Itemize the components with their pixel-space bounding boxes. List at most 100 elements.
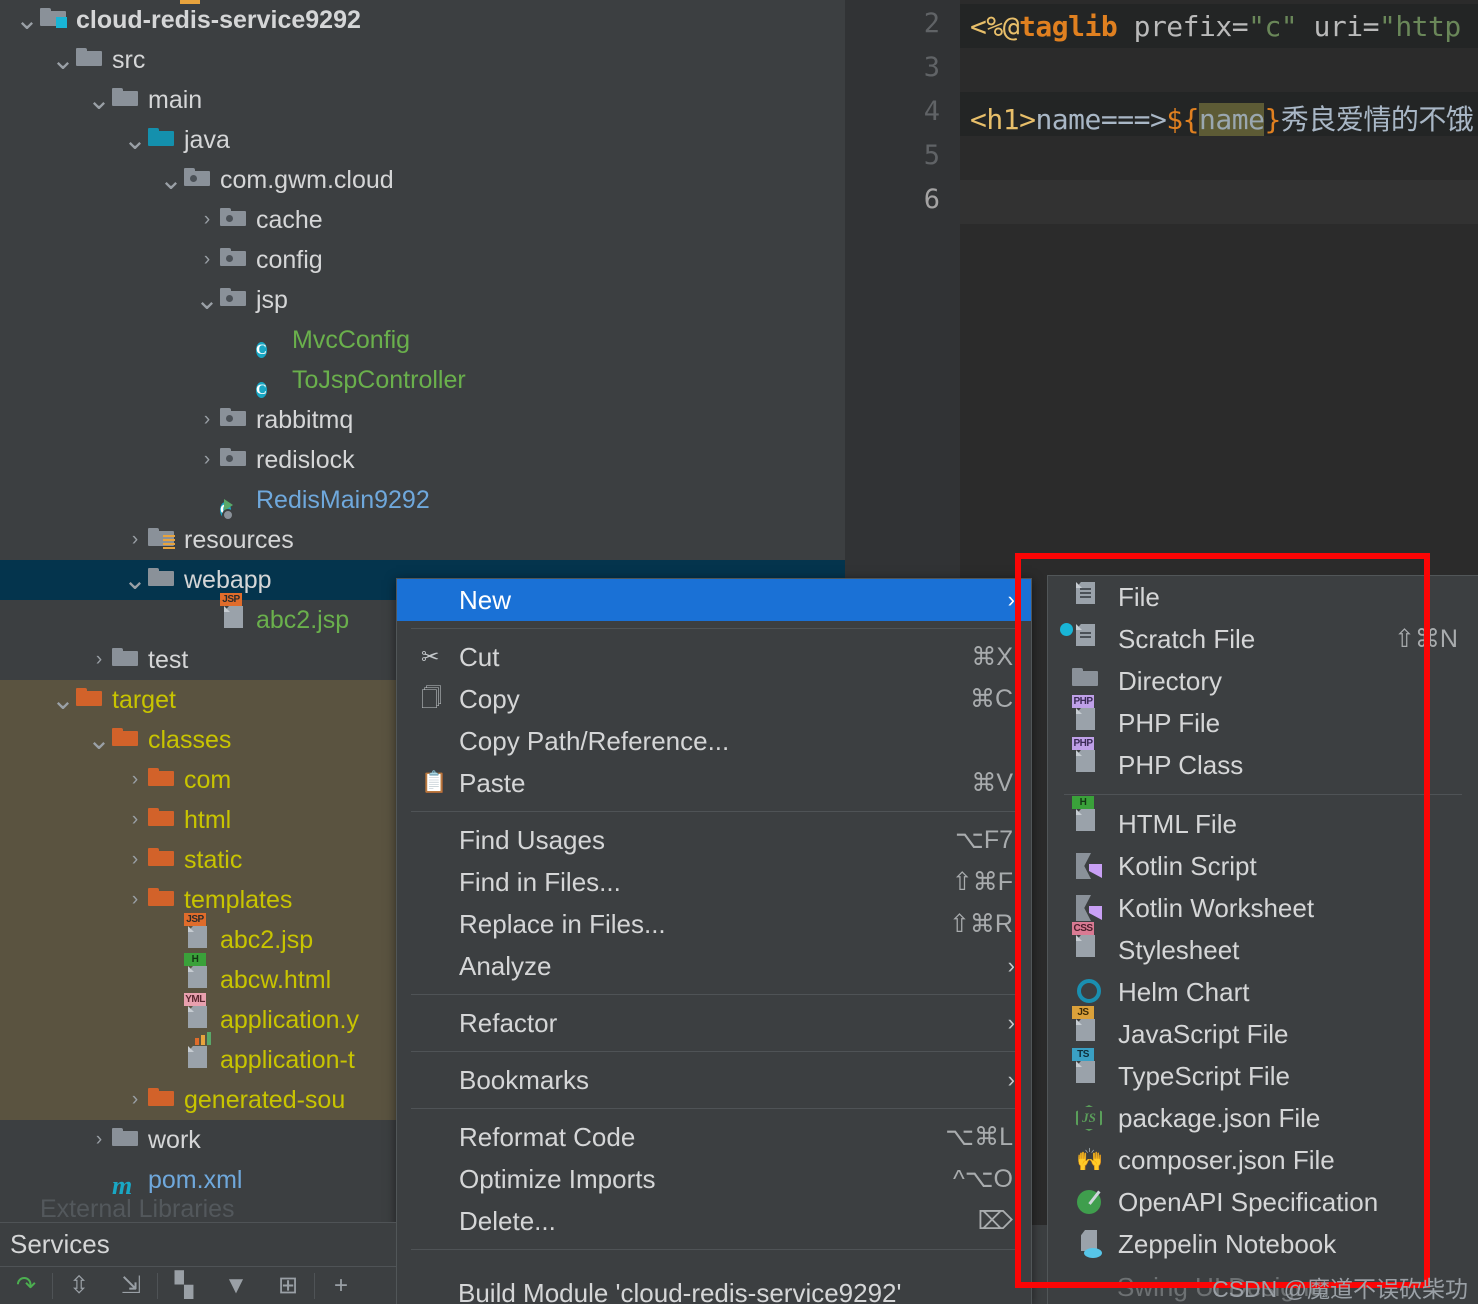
code-line-4[interactable]: <h1>name===>${name}秀良爱情的不饿 [970,98,1474,138]
submenu-item-directory[interactable]: Directory [1048,660,1478,702]
grid-view-icon[interactable]: ▚ [158,1267,210,1304]
chevron-right-icon[interactable]: › [194,440,220,480]
menu-item-label: Find in Files... [459,866,621,897]
tree-node-label: jsp [256,286,288,314]
tree-node-src[interactable]: ⌄ src [0,40,845,80]
chevron-down-icon[interactable]: ⌄ [86,726,112,754]
menu-item-refactor[interactable]: Refactor › [397,1002,1031,1044]
add-icon[interactable]: + [315,1267,367,1304]
menu-item-copy[interactable]: 🗍 Copy ⌘C [397,678,1031,720]
tree-node-main[interactable]: ⌄ main [0,80,845,120]
menu-item-bookmarks[interactable]: Bookmarks › [397,1059,1031,1101]
filter-icon[interactable]: ▼ [210,1267,262,1304]
submenu-item-scratch-file[interactable]: Scratch File ⇧⌘N [1048,618,1478,660]
tree-node-config[interactable]: › config [0,240,845,280]
code-line-2[interactable]: <%@taglib prefix="c" uri="http [970,10,1461,43]
submenu-item-stylesheet[interactable]: CSS Stylesheet [1048,922,1478,971]
submenu-item-html-file[interactable]: H HTML File [1048,796,1478,845]
menu-item-copy-path-reference[interactable]: Copy Path/Reference... [397,720,1031,762]
submenu-item-javascript-file[interactable]: JS JavaScript File [1048,1006,1478,1055]
submenu-item-label: TypeScript File [1118,1060,1290,1091]
collapse-all-icon[interactable]: ⇲ [105,1267,157,1304]
chevron-down-icon[interactable]: ⌄ [194,286,220,314]
chevron-down-icon[interactable]: ⌄ [86,86,112,114]
tree-node-label: resources [184,526,294,554]
chevron-right-icon[interactable]: › [86,1120,112,1160]
tree-node-label: main [148,86,203,114]
menu-icon-placeholder [419,1124,453,1150]
tree-node-resources[interactable]: › resources [0,520,845,560]
menu-item-analyze[interactable]: Analyze › [397,945,1031,987]
tree-node-redislock[interactable]: › redislock [0,440,845,480]
submenu-item-kotlin-worksheet[interactable]: Kotlin Worksheet [1048,887,1478,929]
line-number-6: 6 [923,184,940,215]
submenu-item-php-file[interactable]: PHP PHP File [1048,695,1478,744]
submenu-item-package-json-file[interactable]: JS package.json File [1048,1097,1478,1139]
menu-icon-placeholder [419,869,453,895]
submenu-item-kotlin-script[interactable]: Kotlin Script [1048,845,1478,887]
tree-node-cache[interactable]: › cache [0,200,845,240]
menu-item-new[interactable]: New › [397,579,1031,621]
chevron-right-icon[interactable]: › [122,760,148,800]
current-line-highlight [960,180,1478,224]
folder-orange-icon [112,726,140,754]
chevron-down-icon[interactable]: ⌄ [50,686,76,714]
new-submenu[interactable]: File Scratch File ⇧⌘N Directory PHP PHP File P… [1047,575,1478,1304]
chevron-right-icon[interactable]: › [122,520,148,560]
expand-all-icon[interactable]: ⇳ [53,1267,105,1304]
composer-icon: 🙌 [1076,1147,1104,1172]
chevron-down-icon[interactable]: ⌄ [158,166,184,194]
menu-item-delete[interactable]: Delete... ⌦ [397,1200,1031,1242]
rerun-icon[interactable]: ↷ [0,1267,52,1304]
chevron-right-icon[interactable]: › [122,880,148,920]
chevron-right-icon[interactable]: › [122,800,148,840]
menu-item-find-in-files[interactable]: Find in Files... ⇧⌘F [397,861,1031,903]
code-token: "http [1378,10,1461,43]
chevron-down-icon[interactable]: ⌄ [122,566,148,594]
menu-icon-placeholder [419,1067,453,1093]
chevron-right-icon[interactable]: › [194,200,220,240]
tree-node-label: abcw.html [220,966,332,994]
submenu-item-composer-json-file[interactable]: 🙌 composer.json File [1048,1139,1478,1181]
tree-node-com-gwm-cloud[interactable]: ⌄ com.gwm.cloud [0,160,845,200]
tree-node-jsp[interactable]: ⌄ jsp [0,280,845,320]
menu-item-find-usages[interactable]: Find Usages ⌥F7 [397,819,1031,861]
menu-item-replace-in-files[interactable]: Replace in Files... ⇧⌘R [397,903,1031,945]
submenu-item-openapi-specification[interactable]: OpenAPI Specification [1048,1181,1478,1223]
chevron-down-icon[interactable]: ⌄ [122,126,148,154]
submenu-item-label: composer.json File [1118,1144,1335,1175]
submenu-item-typescript-file[interactable]: TS TypeScript File [1048,1048,1478,1097]
services-toolbar[interactable]: ↷ ⇳ ⇲ ▚ ▼ ⊞ + [0,1266,396,1304]
chevron-down-icon[interactable]: ⌄ [50,46,76,74]
submenu-item-helm-chart[interactable]: Helm Chart [1048,971,1478,1013]
php-file-icon: PHP [1072,695,1110,738]
submenu-item-file[interactable]: File [1048,576,1478,618]
chevron-right-icon[interactable]: › [86,640,112,680]
services-tool-window-header[interactable]: Services [0,1222,396,1266]
tree-node-mvcconfig[interactable]: C MvcConfig [0,320,845,360]
scissors-icon: ✂ [419,644,453,670]
tree-node-tojspcontroller[interactable]: C ToJspController [0,360,845,400]
add-tab-icon[interactable]: ⊞ [262,1267,314,1304]
tree-node-redismain9292[interactable]: C RedisMain9292 [0,480,845,521]
menu-item-shortcut: ⌘X [971,643,1013,671]
services-title: Services [10,1229,110,1259]
menu-item-paste[interactable]: 📋 Paste ⌘V [397,762,1031,804]
context-menu[interactable]: New › ✂ Cut ⌘X 🗍 Copy ⌘C Copy Path/Reference... 📋… [396,578,1032,1304]
menu-item-cut[interactable]: ✂ Cut ⌘X [397,636,1031,678]
menu-item-reformat-code[interactable]: Reformat Code ⌥⌘L [397,1116,1031,1158]
chevron-right-icon[interactable]: › [194,240,220,280]
chevron-right-icon[interactable]: › [122,1080,148,1120]
submenu-item-php-class[interactable]: PHP PHP Class [1048,737,1478,786]
tree-node-label: classes [148,726,232,754]
tree-node-java[interactable]: ⌄ java [0,120,845,160]
chevron-down-icon[interactable]: ⌄ [14,6,40,34]
chevron-right-icon[interactable]: › [122,840,148,880]
submenu-item-zeppelin-notebook[interactable]: Zeppelin Notebook [1048,1223,1478,1265]
chevron-right-icon[interactable]: › [194,400,220,440]
menu-item-label: Cut [459,641,500,672]
tree-node-cloud-redis-service9292[interactable]: ⌄ cloud-redis-service9292 [0,0,845,40]
tree-node-rabbitmq[interactable]: › rabbitmq [0,400,845,440]
context-menu-item-build-module[interactable]: Build Module 'cloud-redis-service9292' [396,1278,1032,1304]
menu-item-optimize-imports[interactable]: Optimize Imports ^⌥O [397,1158,1031,1200]
